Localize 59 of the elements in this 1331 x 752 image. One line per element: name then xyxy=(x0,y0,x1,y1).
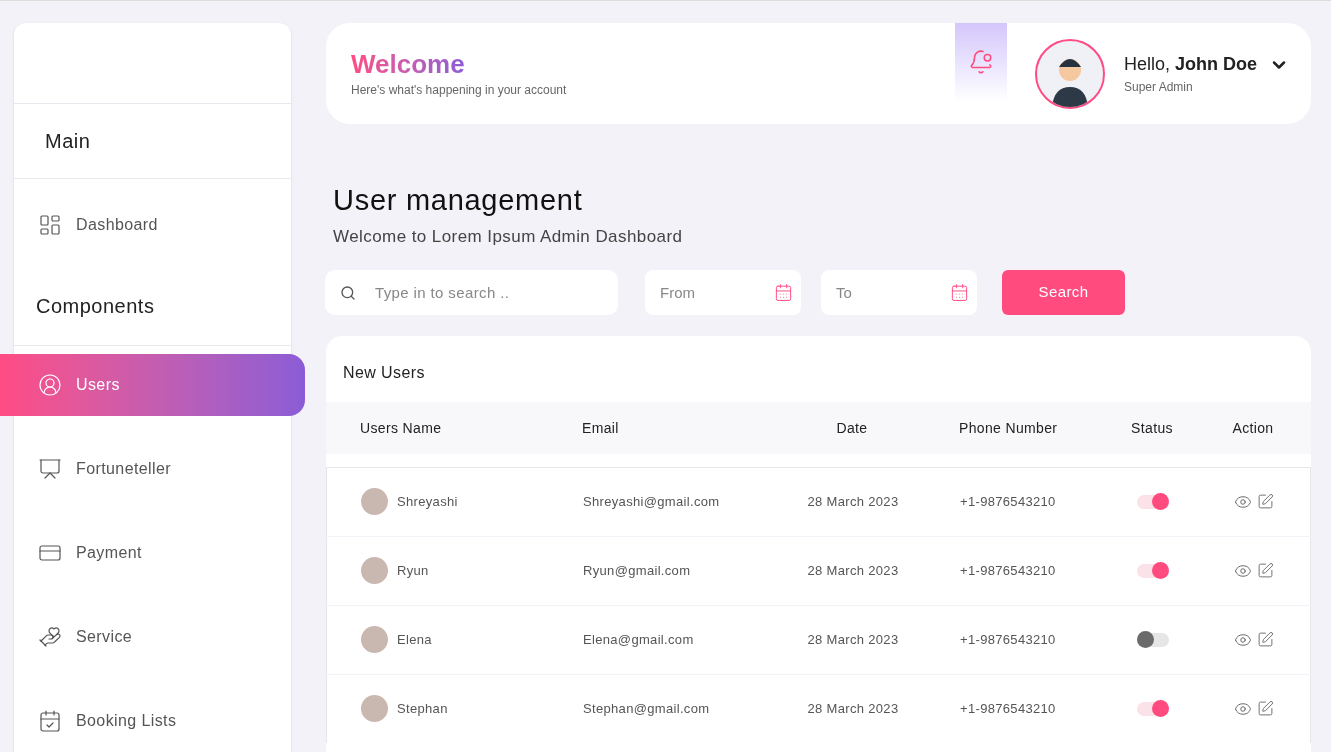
avatar-placeholder xyxy=(361,626,388,654)
welcome-subtitle: Here's what's happening in your account xyxy=(351,81,568,99)
user-role: Super Admin xyxy=(1123,79,1194,96)
avatar-placeholder xyxy=(361,557,388,585)
user-email: Shreyashi@gmail.com xyxy=(583,494,720,509)
column-header: Users Name xyxy=(360,419,442,436)
user-name: Stephan xyxy=(397,700,448,718)
user-name: Elena xyxy=(397,631,432,649)
search-icon xyxy=(340,284,356,301)
user-phone: +1-9876543210 xyxy=(960,494,1056,509)
calendar-icon xyxy=(950,282,969,302)
user-date: 28 March 2023 xyxy=(807,563,899,578)
page-title: User management xyxy=(333,183,584,218)
column-header: Status xyxy=(1131,419,1173,436)
status-toggle[interactable] xyxy=(1137,563,1169,578)
user-icon xyxy=(38,373,62,397)
status-toggle[interactable] xyxy=(1137,632,1169,647)
calendar-check-icon xyxy=(38,709,62,733)
user-name: Shreyashi xyxy=(397,493,458,511)
dashboard-icon xyxy=(38,213,62,238)
user-email: Elena@gmail.com xyxy=(583,632,694,647)
search-field[interactable]: Type in to search .. xyxy=(325,269,618,315)
column-header: Action xyxy=(1232,419,1274,436)
nav-item[interactable]: Payment xyxy=(14,522,291,584)
section-heading: Components xyxy=(36,293,155,319)
edit-icon[interactable] xyxy=(1257,492,1274,510)
avatar-placeholder xyxy=(361,488,388,516)
column-header: Date xyxy=(836,419,868,436)
date-from-field[interactable]: From xyxy=(645,269,801,315)
date-to-field[interactable]: To xyxy=(821,269,977,315)
column-header: Phone Number xyxy=(959,419,1058,436)
user-phone: +1-9876543210 xyxy=(960,701,1056,716)
user-email: Ryun@gmail.com xyxy=(583,563,691,578)
user-date: 28 March 2023 xyxy=(807,494,899,509)
section-heading: Main xyxy=(45,129,91,154)
nav-item[interactable]: Fortuneteller xyxy=(14,438,291,500)
nav-item[interactable]: Users xyxy=(0,354,305,416)
calendar-icon xyxy=(774,282,793,302)
user-email: Stephan@gmail.com xyxy=(583,701,710,716)
page-subtitle: Welcome to Lorem Ipsum Admin Dashboard xyxy=(333,226,684,249)
nav-item[interactable]: Booking Lists xyxy=(14,690,291,752)
nav-item[interactable]: Dashboard xyxy=(14,194,291,257)
status-toggle[interactable] xyxy=(1137,494,1169,509)
user-date: 28 March 2023 xyxy=(807,701,899,716)
presenter-icon xyxy=(38,457,62,481)
column-header: Email xyxy=(582,419,619,436)
user-phone: +1-9876543210 xyxy=(960,563,1056,578)
user-phone: +1-9876543210 xyxy=(960,632,1056,647)
status-toggle[interactable] xyxy=(1137,701,1169,716)
avatar-placeholder xyxy=(361,695,388,723)
greeting: Hello, John Doe xyxy=(1123,53,1257,76)
edit-icon[interactable] xyxy=(1257,699,1274,717)
edit-icon[interactable] xyxy=(1257,630,1274,648)
edit-icon[interactable] xyxy=(1257,561,1274,579)
table-title: New Users xyxy=(342,362,425,383)
user-name: Ryun xyxy=(397,562,429,580)
user-date: 28 March 2023 xyxy=(807,632,899,647)
hand-icon xyxy=(38,625,62,649)
nav-item[interactable]: Service xyxy=(14,606,291,668)
